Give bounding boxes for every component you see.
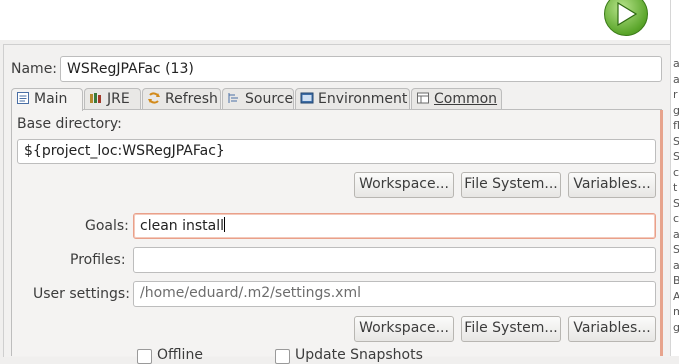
tab-jre[interactable]: JRE bbox=[84, 88, 141, 110]
doc-margin-text: g bbox=[673, 104, 679, 117]
tab-main-label: Main bbox=[34, 91, 68, 107]
offline-label: Offline bbox=[157, 347, 203, 363]
doc-margin-text: B bbox=[673, 275, 679, 287]
source-icon bbox=[228, 93, 238, 103]
doc-margin-text: t bbox=[673, 181, 678, 194]
doc-margin-text: c bbox=[673, 165, 679, 179]
doc-margin-text: g bbox=[673, 321, 679, 334]
update-snapshots-label: Update Snapshots bbox=[295, 347, 423, 363]
environment-icon bbox=[300, 92, 314, 104]
settings-file-system-button[interactable]: File System... bbox=[461, 316, 561, 342]
doc-margin-text: S bbox=[673, 244, 679, 256]
settings-workspace-button[interactable]: Workspace... bbox=[354, 316, 454, 342]
tab-bar: Main JRE Refresh Source Environment Comm… bbox=[11, 88, 664, 111]
settings-variables-button[interactable]: Variables... bbox=[568, 316, 656, 342]
editor-top-area bbox=[0, 0, 679, 40]
tab-source[interactable]: Source bbox=[222, 88, 294, 110]
user-settings-label: User settings: bbox=[33, 286, 130, 302]
base-directory-label: Base directory: bbox=[17, 116, 122, 132]
doc-margin-text: m bbox=[673, 306, 679, 318]
doc-margin-text: S bbox=[673, 151, 679, 163]
doc-margin-text: r bbox=[673, 88, 678, 101]
doc-margin-text: a bbox=[673, 259, 679, 272]
doc-margin-text: S bbox=[673, 197, 679, 210]
name-label: Name: bbox=[11, 61, 58, 77]
profiles-field[interactable] bbox=[133, 247, 656, 273]
offline-checkbox[interactable] bbox=[137, 349, 152, 364]
tab-environment[interactable]: Environment bbox=[295, 88, 410, 110]
tab-jre-label: JRE bbox=[107, 91, 130, 107]
doc-margin-text: S bbox=[673, 135, 679, 148]
user-settings-field[interactable]: /home/eduard/.m2/settings.xml bbox=[133, 281, 656, 307]
text-caret bbox=[224, 217, 226, 232]
base-dir-workspace-button[interactable]: Workspace... bbox=[354, 172, 454, 198]
doc-margin-text: a bbox=[673, 73, 679, 86]
panel-scroll-edge bbox=[660, 110, 663, 356]
tab-main[interactable]: Main bbox=[11, 88, 83, 111]
goals-field[interactable]: clean install bbox=[133, 213, 656, 239]
common-icon bbox=[417, 92, 429, 104]
play-icon bbox=[617, 2, 638, 26]
doc-margin-text: A bbox=[673, 290, 679, 303]
tab-refresh-label: Refresh bbox=[165, 91, 218, 107]
jre-icon bbox=[90, 93, 101, 103]
doc-margin-text: c bbox=[673, 212, 679, 225]
base-dir-file-system-button[interactable]: File System... bbox=[461, 172, 561, 198]
background-document-edge: aargflSSctScaSaBAmg bbox=[670, 0, 679, 356]
doc-margin-text: a bbox=[673, 58, 679, 70]
goals-label: Goals: bbox=[85, 218, 129, 234]
doc-margin-text: a bbox=[673, 228, 679, 241]
tab-refresh[interactable]: Refresh bbox=[142, 88, 221, 110]
name-field[interactable]: WSRegJPAFac (13) bbox=[60, 56, 662, 82]
doc-margin-text: fl bbox=[673, 119, 679, 132]
tab-common-label: Common bbox=[434, 91, 498, 107]
tab-common[interactable]: Common bbox=[411, 88, 502, 110]
goals-value: clean install bbox=[140, 218, 225, 234]
base-dir-variables-button[interactable]: Variables... bbox=[568, 172, 656, 198]
main-tab-icon bbox=[17, 92, 29, 104]
base-directory-field[interactable]: ${project_loc:WSRegJPAFac} bbox=[17, 139, 656, 164]
profiles-label: Profiles: bbox=[70, 252, 126, 268]
refresh-icon bbox=[148, 92, 160, 104]
tab-source-label: Source bbox=[245, 91, 294, 107]
tab-environment-label: Environment bbox=[318, 91, 408, 107]
update-snapshots-checkbox[interactable] bbox=[275, 349, 290, 364]
